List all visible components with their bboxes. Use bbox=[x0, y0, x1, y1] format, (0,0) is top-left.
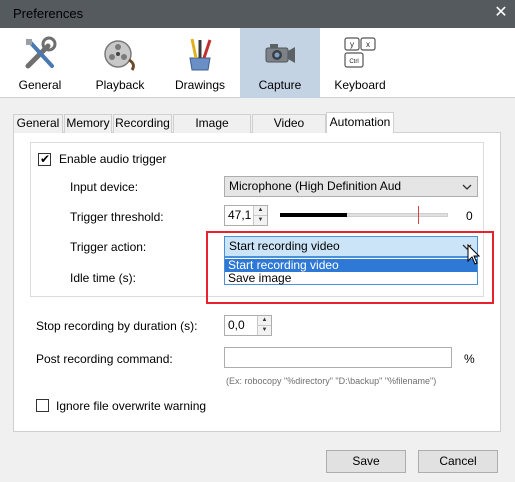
toolbar-general-button[interactable]: General bbox=[0, 28, 80, 98]
film-reel-icon bbox=[104, 40, 135, 71]
toolbar-keyboard-button[interactable]: y x Ctrl Keyboard bbox=[320, 28, 400, 98]
idle-time-label: Idle time (s): bbox=[70, 271, 137, 285]
ignore-overwrite-label: Ignore file overwrite warning bbox=[56, 399, 207, 413]
save-button[interactable]: Save bbox=[326, 450, 406, 473]
tab-memory[interactable]: Memory bbox=[64, 114, 112, 133]
toolbar-capture-button[interactable]: Capture bbox=[240, 28, 320, 98]
toolbar-label: Playback bbox=[95, 78, 145, 92]
svg-text:y: y bbox=[350, 40, 354, 49]
trigger-threshold-value: 47,1 bbox=[228, 208, 252, 222]
post-command-hint: (Ex: robocopy "%directory" "D:\backup" "… bbox=[226, 376, 437, 386]
tab-automation[interactable]: Automation bbox=[326, 112, 394, 133]
spin-up-icon[interactable]: ▲ bbox=[254, 206, 267, 215]
stop-duration-input[interactable]: 0,0 ▲ ▼ bbox=[224, 315, 272, 336]
tab-image-naming[interactable]: Image naming bbox=[173, 114, 251, 147]
input-device-value: Microphone (High Definition Aud bbox=[229, 179, 402, 193]
threshold-spinner: ▲ ▼ bbox=[253, 206, 267, 225]
toolbar-label: Drawings bbox=[174, 78, 225, 92]
duration-spinner: ▲ ▼ bbox=[257, 316, 271, 335]
post-command-label: Post recording command: bbox=[36, 352, 173, 366]
tools-icon bbox=[25, 36, 57, 69]
input-device-select[interactable]: Microphone (High Definition Aud bbox=[224, 176, 478, 197]
spin-up-icon[interactable]: ▲ bbox=[258, 316, 271, 325]
enable-audio-trigger-checkbox[interactable]: ✔ bbox=[38, 152, 51, 166]
spin-down-icon[interactable]: ▼ bbox=[258, 325, 271, 334]
keyboard-keys-icon: y x Ctrl bbox=[344, 37, 376, 68]
svg-text:Ctrl: Ctrl bbox=[349, 59, 358, 65]
toolbar-drawings-button[interactable]: Drawings bbox=[160, 28, 240, 98]
toolbar-playback-button[interactable]: Playback bbox=[80, 28, 160, 98]
toolbar-label: Keyboard bbox=[334, 78, 386, 92]
stop-duration-value: 0,0 bbox=[228, 318, 245, 332]
trigger-threshold-input[interactable]: 47,1 ▲ ▼ bbox=[224, 205, 268, 226]
svg-text:x: x bbox=[366, 40, 370, 49]
chevron-down-icon bbox=[462, 184, 472, 190]
audio-level-value: 0 bbox=[466, 209, 473, 223]
camcorder-icon bbox=[265, 44, 295, 63]
enable-audio-trigger-label: Enable audio trigger bbox=[59, 152, 167, 166]
check-icon: ✔ bbox=[40, 152, 51, 166]
post-command-input[interactable] bbox=[224, 347, 452, 368]
tab-recording[interactable]: Recording bbox=[113, 114, 172, 133]
window-title: Preferences bbox=[13, 6, 84, 21]
mouse-cursor-icon bbox=[467, 244, 481, 265]
trigger-threshold-label: Trigger threshold: bbox=[70, 210, 164, 224]
percent-symbol-label: % bbox=[464, 352, 475, 366]
cancel-button[interactable]: Cancel bbox=[418, 450, 498, 473]
ignore-overwrite-checkbox[interactable] bbox=[36, 399, 49, 412]
audio-level-fill bbox=[280, 213, 347, 217]
spin-down-icon[interactable]: ▼ bbox=[254, 215, 267, 224]
toolbar-label: Capture bbox=[258, 78, 302, 92]
trigger-action-label: Trigger action: bbox=[70, 240, 147, 254]
threshold-marker[interactable] bbox=[418, 206, 419, 224]
stop-duration-label: Stop recording by duration (s): bbox=[36, 319, 198, 333]
input-device-label: Input device: bbox=[70, 180, 139, 194]
tab-video-naming[interactable]: Video naming bbox=[252, 114, 326, 147]
toolbar-label: General bbox=[18, 78, 62, 92]
tab-general[interactable]: General bbox=[13, 114, 63, 133]
close-icon[interactable]: ✕ bbox=[490, 2, 512, 24]
highlight-annotation-box bbox=[206, 231, 494, 304]
pens-icon bbox=[189, 38, 212, 71]
